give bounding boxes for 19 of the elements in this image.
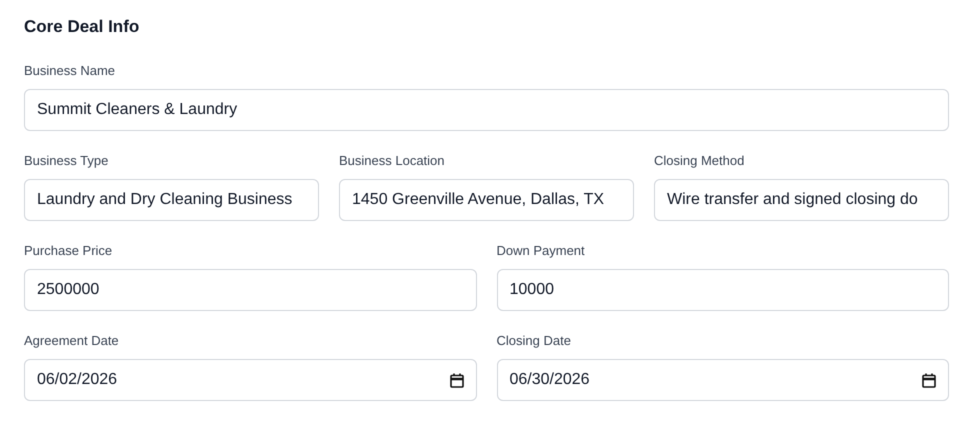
input-field[interactable]: 2500000 xyxy=(24,269,476,311)
input-field[interactable]: Summit Cleaners & Laundry xyxy=(24,89,949,131)
input-field[interactable]: 1450 Greenville Avenue, Dallas, TX xyxy=(339,179,634,221)
input-field[interactable]: 10000 xyxy=(496,269,949,311)
input-field[interactable]: 06/02/2026 xyxy=(24,359,476,401)
calendar-icon[interactable] xyxy=(450,372,464,388)
field-label: Business Location xyxy=(339,153,445,169)
input-field[interactable]: 06/30/2026 xyxy=(496,359,949,401)
field-label: Closing Date xyxy=(496,333,571,349)
input-field[interactable]: Wire transfer and signed closing do xyxy=(654,179,949,221)
field-label: Closing Method xyxy=(654,153,744,169)
section-title: Core Deal Info xyxy=(24,17,140,37)
field-label: Down Payment xyxy=(496,243,585,259)
field-label: Business Name xyxy=(24,63,116,79)
input-field[interactable]: Laundry and Dry Cleaning Business xyxy=(24,179,319,221)
field-label: Purchase Price xyxy=(24,243,112,259)
field-label: Agreement Date xyxy=(24,333,119,349)
calendar-icon[interactable] xyxy=(922,372,936,388)
field-label: Business Type xyxy=(24,153,108,169)
